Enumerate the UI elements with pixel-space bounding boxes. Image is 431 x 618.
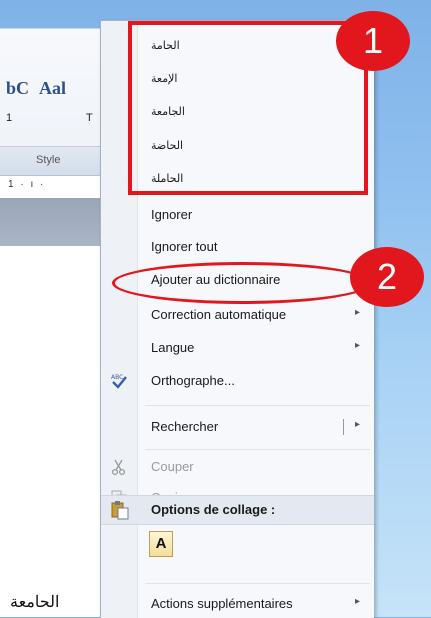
research-item[interactable]: Rechercher ▸ xyxy=(101,413,374,441)
spelling-check-icon: ABC xyxy=(110,372,128,390)
horizontal-ruler[interactable]: 1 · ı · xyxy=(0,176,110,199)
submenu-arrow-icon: ▸ xyxy=(354,307,360,318)
add-to-dictionary-highlight xyxy=(112,262,372,304)
style-preview[interactable]: bC Aal xyxy=(6,78,66,99)
ignore-item[interactable]: Ignorer xyxy=(101,201,374,229)
style-names: 1 T xyxy=(6,112,93,124)
split-divider xyxy=(343,419,344,435)
style-group-label: Style xyxy=(36,154,61,166)
ruler-marks: 1 · ı · xyxy=(8,179,46,190)
language-item[interactable]: Langue ▸ xyxy=(101,334,374,362)
menu-separator xyxy=(145,583,370,584)
submenu-arrow-icon: ▸ xyxy=(354,596,360,607)
misspelled-word[interactable]: الحامعة xyxy=(10,592,59,611)
keep-text-only-paste-button[interactable]: A xyxy=(149,531,173,557)
style-preview-2: Aal xyxy=(39,78,67,98)
ignore-all-item[interactable]: Ignorer tout xyxy=(101,233,374,261)
spelling-item[interactable]: ABC Orthographe... xyxy=(101,367,374,395)
annotation-badge-2: 2 xyxy=(350,247,424,307)
suggestions-highlight-box xyxy=(128,21,368,195)
scissors-icon xyxy=(110,458,128,476)
document-page[interactable] xyxy=(0,246,110,617)
style-name-1: 1 xyxy=(6,112,13,124)
cut-item[interactable]: Couper xyxy=(101,453,374,481)
autocorrect-item[interactable]: Correction automatique ▸ xyxy=(101,301,374,329)
style-preview-1: bC xyxy=(6,78,30,98)
style-name-2: T xyxy=(86,112,93,124)
menu-separator xyxy=(145,449,370,450)
submenu-arrow-icon: ▸ xyxy=(354,340,360,351)
submenu-arrow-icon: ▸ xyxy=(354,419,360,430)
more-actions-item[interactable]: Actions supplémentaires ▸ xyxy=(101,590,374,618)
paste-options-header: Options de collage : xyxy=(101,495,374,525)
menu-separator xyxy=(145,405,370,406)
paste-icon xyxy=(110,500,130,525)
annotation-badge-1: 1 xyxy=(336,11,410,71)
style-group-bar: Style xyxy=(0,146,110,176)
ruler-margin xyxy=(0,198,110,246)
svg-text:ABC: ABC xyxy=(111,374,123,381)
